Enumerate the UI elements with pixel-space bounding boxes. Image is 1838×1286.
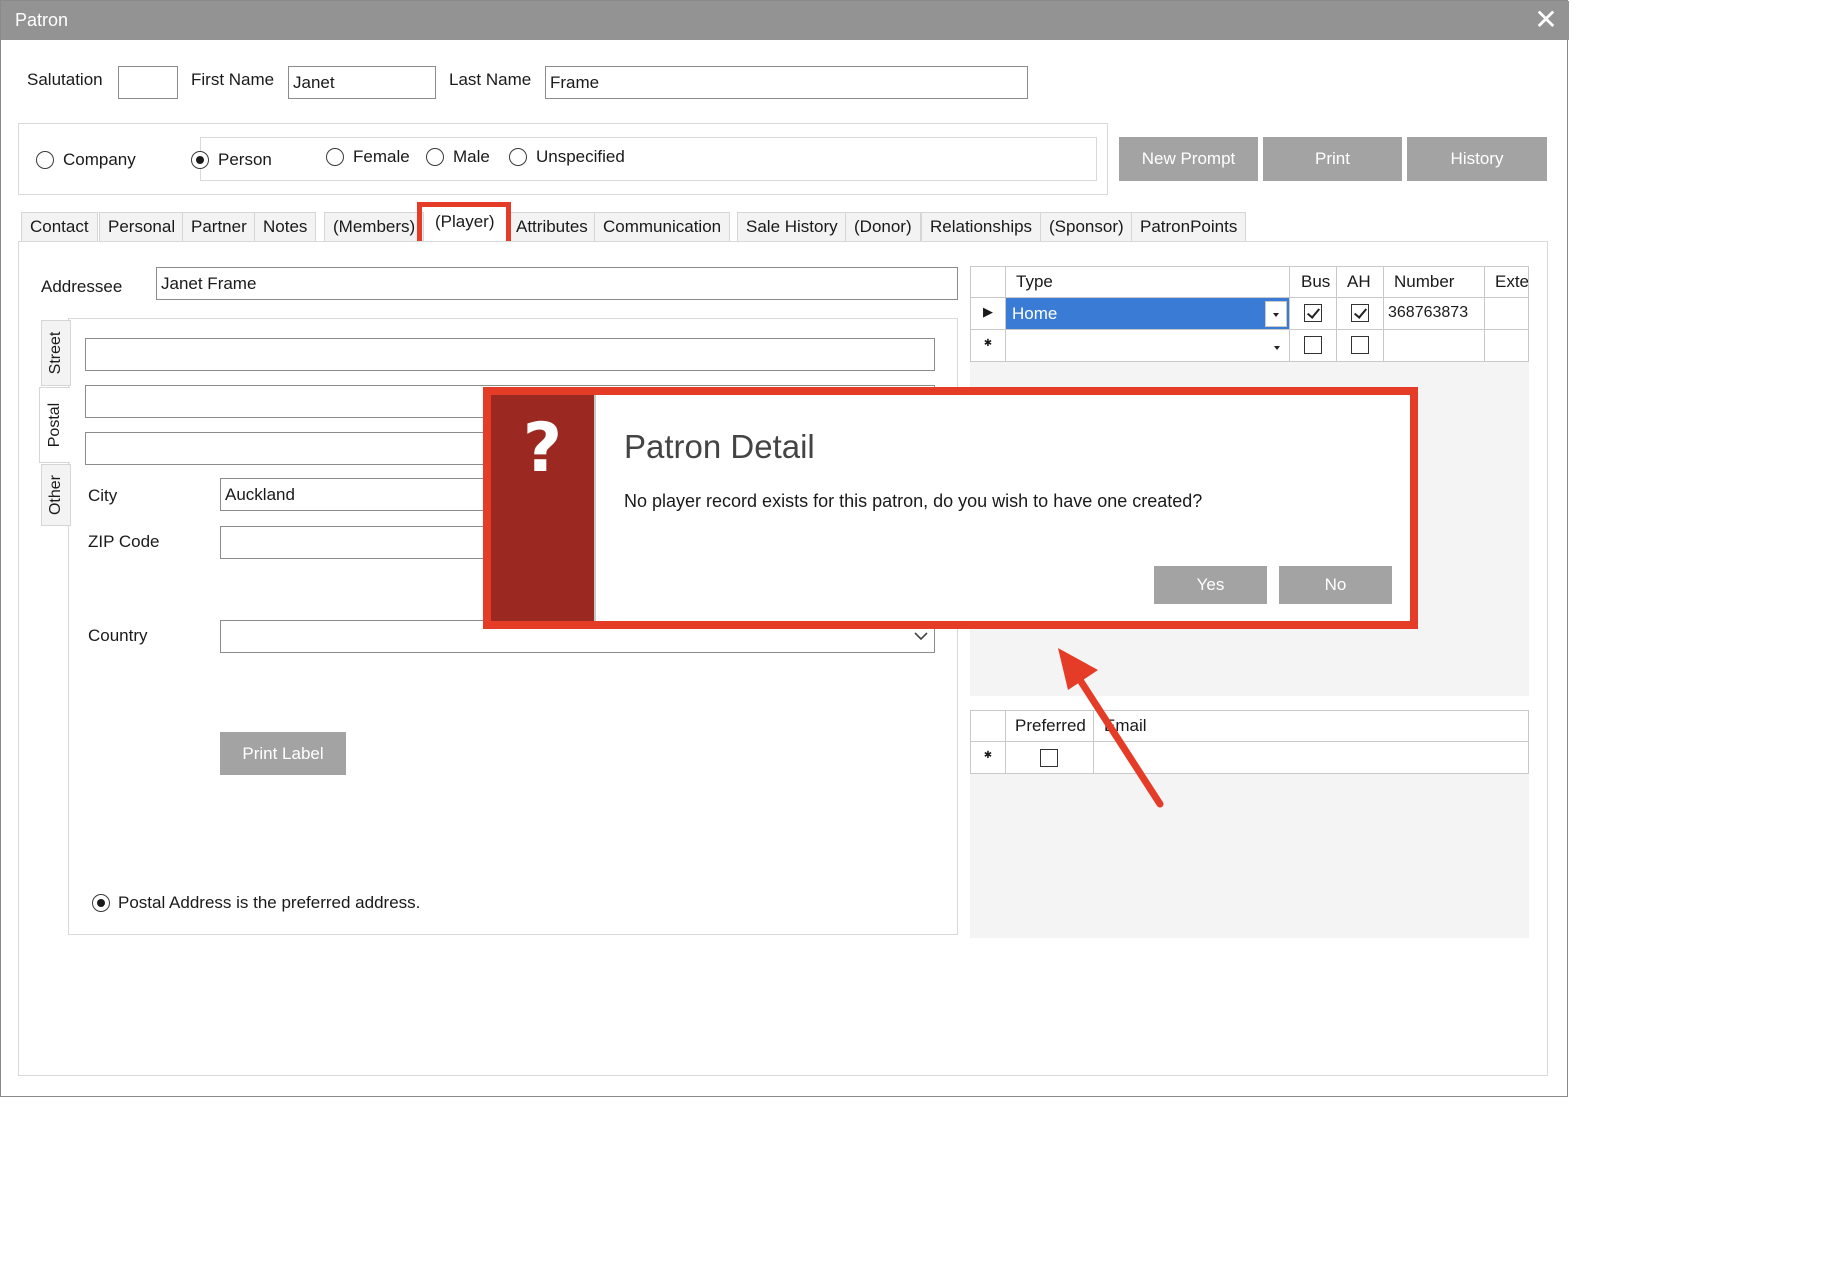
vtab-street[interactable]: Street: [41, 320, 71, 386]
dialog-icon-panel: ?: [491, 395, 594, 621]
tab-attributes[interactable]: Attributes: [507, 212, 597, 241]
tab-donor[interactable]: (Donor): [845, 212, 921, 241]
tab-sponsor[interactable]: (Sponsor): [1040, 212, 1133, 241]
dialog-title: Patron Detail: [624, 428, 815, 465]
tab-relationships[interactable]: Relationships: [921, 212, 1042, 241]
new-prompt-button[interactable]: New Prompt: [1119, 137, 1258, 181]
phone-number-cell-new[interactable]: [1384, 330, 1485, 362]
first-name-field[interactable]: Janet: [288, 66, 436, 99]
close-icon[interactable]: ✕: [1531, 5, 1561, 35]
phone-number-cell[interactable]: 368763873: [1384, 298, 1485, 330]
email-new-row-icon: ✱: [970, 742, 1006, 774]
annotation-arrow-icon: [1058, 648, 1164, 808]
tab-personal[interactable]: Personal: [99, 212, 185, 241]
phone-header-corner: [970, 266, 1006, 298]
ah-checkbox-new[interactable]: [1351, 336, 1369, 354]
preferred-address-radio[interactable]: [92, 894, 110, 912]
chevron-down-icon[interactable]: [913, 629, 929, 643]
person-radio[interactable]: [191, 151, 209, 169]
phone-type-cell-new[interactable]: [1006, 330, 1290, 362]
tab-patronpoints[interactable]: PatronPoints: [1131, 212, 1247, 241]
company-radio[interactable]: [36, 151, 54, 169]
company-label: Company: [63, 150, 136, 169]
country-label: Country: [88, 626, 148, 645]
tab-members[interactable]: (Members): [324, 212, 425, 241]
city-label: City: [88, 486, 118, 505]
phone-bus-cell: [1290, 298, 1337, 330]
first-name-label: First Name: [191, 70, 275, 89]
tab-contact[interactable]: Contact: [21, 212, 98, 241]
female-label: Female: [353, 147, 410, 166]
person-label: Person: [218, 150, 272, 169]
phone-ext-cell[interactable]: [1485, 298, 1529, 330]
yes-button[interactable]: Yes: [1154, 566, 1267, 604]
male-radio[interactable]: [426, 148, 444, 166]
phone-ext-cell-new[interactable]: [1485, 330, 1529, 362]
vtab-other-label: Other: [47, 474, 64, 516]
tab-sale-history[interactable]: Sale History: [737, 212, 847, 241]
address-line-1[interactable]: [85, 338, 935, 371]
phone-col-ext[interactable]: Exte: [1485, 266, 1529, 298]
last-name-field[interactable]: Frame: [545, 66, 1028, 99]
vtab-postal[interactable]: Postal: [39, 387, 70, 463]
unspecified-radio[interactable]: [509, 148, 527, 166]
type-dropdown-icon[interactable]: [1267, 335, 1287, 359]
addressee-field[interactable]: Janet Frame: [156, 267, 958, 300]
vtab-other[interactable]: Other: [41, 464, 71, 526]
phone-col-number[interactable]: Number: [1384, 266, 1485, 298]
new-row-icon: ✱: [970, 330, 1006, 362]
title-bar: Patron ✕: [1, 1, 1569, 40]
unspecified-label: Unspecified: [536, 147, 625, 166]
salutation-field[interactable]: [118, 66, 178, 99]
window-title: Patron: [15, 10, 69, 30]
bus-checkbox[interactable]: [1304, 304, 1322, 322]
print-button[interactable]: Print: [1263, 137, 1402, 181]
question-icon: ?: [522, 409, 563, 488]
vtab-postal-label: Postal: [46, 402, 63, 448]
tab-partner[interactable]: Partner: [182, 212, 256, 241]
ah-checkbox[interactable]: [1351, 304, 1369, 322]
male-label: Male: [453, 147, 490, 166]
history-button[interactable]: History: [1407, 137, 1547, 181]
addressee-label: Addressee: [41, 277, 123, 296]
dialog-message: No player record exists for this patron,…: [624, 491, 1203, 511]
phone-col-bus[interactable]: Bus: [1290, 266, 1337, 298]
tab-notes[interactable]: Notes: [254, 212, 317, 241]
phone-type-cell[interactable]: Home: [1006, 298, 1290, 330]
type-dropdown-button[interactable]: [1265, 301, 1287, 327]
patron-detail-dialog: ? Patron Detail No player record exists …: [483, 387, 1418, 629]
print-label-button[interactable]: Print Label: [220, 732, 346, 775]
phone-ah-cell: [1337, 298, 1384, 330]
row-indicator-icon: ▶: [970, 298, 1006, 330]
phone-bus-cell-new: [1290, 330, 1337, 362]
phone-ah-cell-new: [1337, 330, 1384, 362]
dialog-separator: [594, 395, 596, 621]
phone-col-type[interactable]: Type: [1006, 266, 1290, 298]
vtab-street-label: Street: [47, 331, 64, 375]
preferred-address-label: Postal Address is the preferred address.: [118, 893, 421, 912]
tab-communication[interactable]: Communication: [594, 212, 731, 241]
bus-checkbox-new[interactable]: [1304, 336, 1322, 354]
email-header-corner: [970, 710, 1006, 742]
phone-col-ah[interactable]: AH: [1337, 266, 1384, 298]
zip-label: ZIP Code: [88, 532, 160, 551]
no-button[interactable]: No: [1279, 566, 1392, 604]
last-name-label: Last Name: [449, 70, 532, 89]
salutation-label: Salutation: [27, 70, 103, 89]
female-radio[interactable]: [326, 148, 344, 166]
